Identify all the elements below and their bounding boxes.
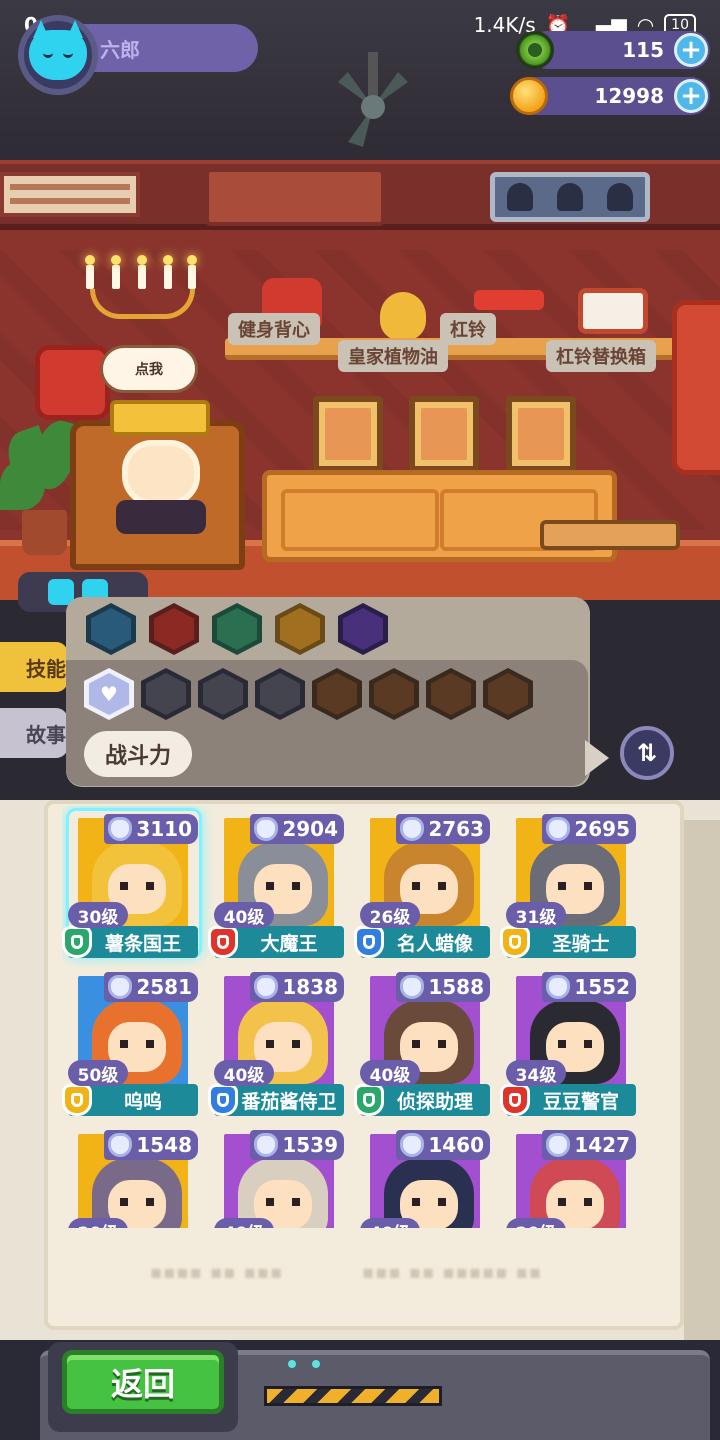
ghost-icon <box>507 183 533 211</box>
element-badge-icon <box>500 926 530 958</box>
picture-frame[interactable] <box>313 396 383 472</box>
power-shield-icon <box>400 975 424 999</box>
power-shield-icon <box>254 1133 278 1157</box>
barbell-case-icon[interactable] <box>578 288 648 334</box>
character-card[interactable]: 142720级 <box>500 1122 637 1228</box>
fry-king-character[interactable] <box>100 400 220 534</box>
element-badge-icon <box>62 1084 92 1116</box>
add-green-currency-button[interactable]: + <box>674 33 708 67</box>
power-shield-icon <box>546 817 570 841</box>
card-level: 20级 <box>68 1218 128 1228</box>
character-card[interactable]: 154820级 <box>62 1122 199 1228</box>
element-badge-icon <box>354 1084 384 1116</box>
green-coin-icon <box>516 31 554 69</box>
add-gold-currency-button[interactable]: + <box>674 79 708 113</box>
tap-me-bubble[interactable]: 点我 <box>100 345 198 393</box>
character-card[interactable]: 1588 侦探助理 40级 <box>354 964 491 1116</box>
card-level: 40级 <box>214 1218 274 1228</box>
element-badge-icon <box>62 926 92 958</box>
character-card[interactable]: 1838 番茄酱侍卫 40级 <box>208 964 345 1116</box>
ghost-icon <box>607 183 633 211</box>
card-grid[interactable]: 3110 薯条国王 30级 2904 大魔王 40级 2763 名人蜡像 26级 2695 圣骑士 3… <box>62 806 662 1228</box>
card-level: 40级 <box>360 1060 420 1086</box>
card-level: 26级 <box>360 902 420 928</box>
tab-skills[interactable]: 技能 <box>0 642 68 692</box>
card-level: 20级 <box>506 1218 566 1228</box>
potted-plant-icon <box>0 416 84 555</box>
oil-bottle-icon[interactable] <box>380 292 426 340</box>
green-currency-value: 115 <box>622 38 664 62</box>
power-shield-icon <box>254 817 278 841</box>
element-badge-icon <box>500 1084 530 1116</box>
chandelier-icon <box>80 255 205 335</box>
character-card[interactable]: 146040级 <box>354 1122 491 1228</box>
swap-icon[interactable]: ⇅ <box>620 726 674 780</box>
power-shield-icon <box>108 975 132 999</box>
monster-eye-icon <box>312 1360 320 1368</box>
power-shield-icon <box>546 975 570 999</box>
picture-frame[interactable] <box>409 396 479 472</box>
tab-story[interactable]: 故事 <box>0 708 68 758</box>
wall-box <box>205 168 385 226</box>
card-level: 40级 <box>214 902 274 928</box>
punching-bag-icon <box>672 300 720 475</box>
element-badge-icon <box>208 926 238 958</box>
hint-text-blurred: ▪▪▪ ▪▪ ▪▪▪▪▪ ▪▪ <box>362 1262 543 1283</box>
wall-vent <box>0 172 140 217</box>
back-button[interactable]: 返回 <box>62 1350 224 1414</box>
gold-currency-value: 12998 <box>594 84 664 108</box>
character-card[interactable]: 2695 圣骑士 31级 <box>500 806 637 958</box>
book-edge <box>684 820 720 1340</box>
card-level: 31级 <box>506 902 566 928</box>
tab-story-label: 故事 <box>26 722 66 747</box>
hint-text-blurred: ▪▪▪▪ ▪▪ ▪▪▪ <box>150 1262 284 1283</box>
bench-icon <box>540 520 680 550</box>
power-shield-icon <box>254 975 278 999</box>
character-card[interactable]: 153940级 <box>208 1122 345 1228</box>
shelf-label-oil: 皇家植物油 <box>338 340 448 372</box>
card-level: 34级 <box>506 1060 566 1086</box>
hazard-stripe <box>264 1386 442 1406</box>
tab-skills-label: 技能 <box>26 656 66 681</box>
power-shield-icon <box>108 817 132 841</box>
shelf-label-barbell: 杠铃 <box>440 313 496 345</box>
player-name: 六郎 <box>100 37 140 62</box>
character-card[interactable]: 3110 薯条国王 30级 <box>62 806 202 958</box>
ceiling-fan-icon <box>338 52 408 147</box>
power-shield-icon <box>108 1133 132 1157</box>
sort-by-power-pill[interactable]: 战斗力 <box>84 731 192 777</box>
element-badge-icon <box>208 1084 238 1116</box>
picture-frame[interactable] <box>506 396 576 472</box>
card-level: 50级 <box>68 1060 128 1086</box>
ghost-panel <box>490 172 650 222</box>
ghost-icon <box>557 183 583 211</box>
power-shield-icon <box>400 817 424 841</box>
shelf-label-case: 杠铃替换箱 <box>546 340 656 372</box>
card-level: 40级 <box>214 1060 274 1086</box>
gold-planet-icon <box>510 77 548 115</box>
card-level: 30级 <box>68 902 128 928</box>
element-badge-icon <box>354 926 384 958</box>
character-card[interactable]: 1552 豆豆警官 34级 <box>500 964 637 1116</box>
card-level: 40级 <box>360 1218 420 1228</box>
cat-avatar-icon <box>29 30 87 80</box>
red-bag-icon <box>35 345 110 420</box>
character-card[interactable]: 2904 大魔王 40级 <box>208 806 345 958</box>
monster-eye-icon <box>288 1360 296 1368</box>
barbell-icon[interactable] <box>474 290 544 310</box>
character-card[interactable]: 2581 呜呜 50级 <box>62 964 199 1116</box>
player-avatar[interactable] <box>18 15 98 95</box>
power-shield-icon <box>400 1133 424 1157</box>
panel-pointer <box>585 740 609 776</box>
power-shield-icon <box>546 1133 570 1157</box>
character-card[interactable]: 2763 名人蜡像 26级 <box>354 806 491 958</box>
shelf-label-vest: 健身背心 <box>228 313 320 345</box>
